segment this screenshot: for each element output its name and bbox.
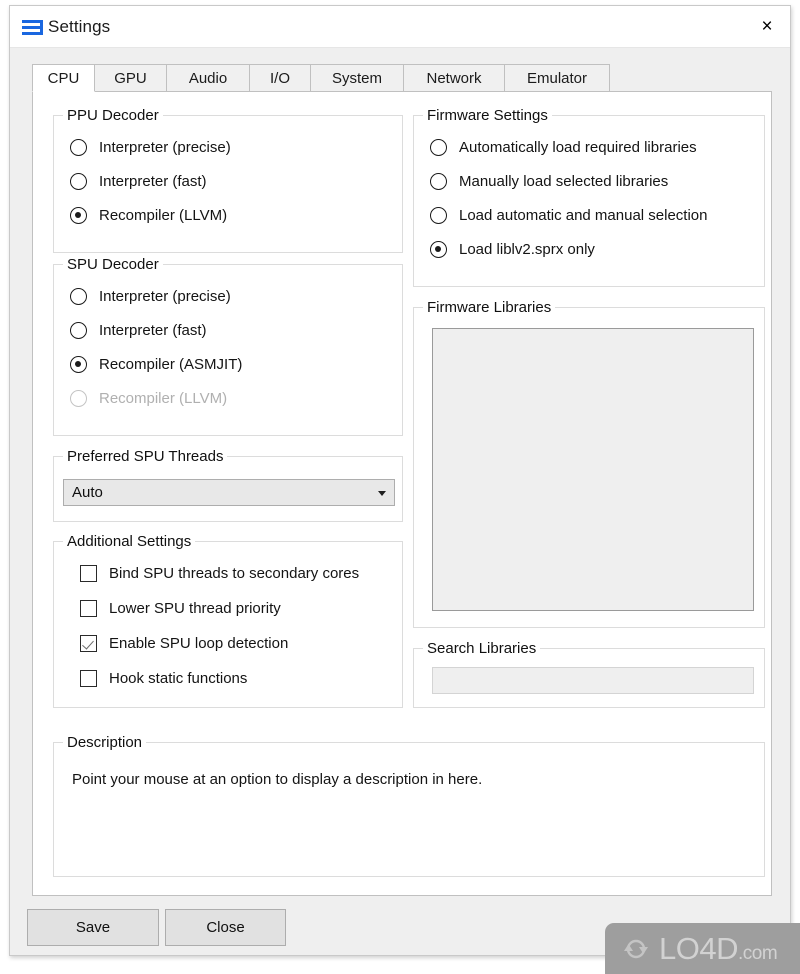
close-button[interactable]: Close xyxy=(165,909,286,946)
radio-icon xyxy=(70,322,87,339)
tab-cpu[interactable]: CPU xyxy=(32,64,95,92)
option-label: Lower SPU thread priority xyxy=(109,600,281,617)
option-label: Recompiler (ASMJIT) xyxy=(99,356,243,373)
rpcs3-logo-icon xyxy=(22,19,43,36)
ppu-radio-interpreter-fast[interactable]: Interpreter (fast) xyxy=(70,173,207,190)
spu-radio-recompiler-asmjit[interactable]: Recompiler (ASMJIT) xyxy=(70,356,242,373)
spu-decoder-title: SPU Decoder xyxy=(63,256,163,273)
ppu-decoder-title: PPU Decoder xyxy=(63,107,163,124)
radio-icon-disabled xyxy=(70,390,87,407)
firmware-libraries-group: Firmware Libraries xyxy=(413,299,765,628)
description-group: Description Point your mouse at an optio… xyxy=(53,734,765,877)
title-bar: Settings × xyxy=(10,6,790,48)
option-label: Recompiler (LLVM) xyxy=(99,390,228,407)
option-label: Manually load selected libraries xyxy=(459,173,669,190)
select-value: Auto xyxy=(72,484,103,501)
checkbox-enable-spu-loop-detection[interactable]: Enable SPU loop detection xyxy=(80,635,288,652)
tab-audio[interactable]: Audio xyxy=(166,64,250,92)
option-label: Interpreter (fast) xyxy=(99,322,207,339)
radio-icon xyxy=(70,288,87,305)
search-libraries-title: Search Libraries xyxy=(423,640,541,657)
firmware-radio-auto-load[interactable]: Automatically load required libraries xyxy=(430,139,697,156)
search-libraries-input[interactable] xyxy=(432,667,754,694)
tab-io[interactable]: I/O xyxy=(249,64,311,92)
window-title: Settings xyxy=(48,17,111,36)
option-label: Load liblv2.sprx only xyxy=(459,241,595,258)
firmware-libraries-list[interactable] xyxy=(432,328,754,611)
radio-icon xyxy=(430,207,447,224)
option-label: Hook static functions xyxy=(109,670,248,687)
additional-settings-title: Additional Settings xyxy=(63,533,196,550)
ppu-radio-recompiler-llvm[interactable]: Recompiler (LLVM) xyxy=(70,207,227,224)
tab-system[interactable]: System xyxy=(310,64,404,92)
save-button[interactable]: Save xyxy=(27,909,159,946)
spu-radio-recompiler-llvm: Recompiler (LLVM) xyxy=(70,390,227,407)
option-label: Recompiler (LLVM) xyxy=(99,207,228,224)
lo4d-watermark: LO4D.com xyxy=(605,923,800,974)
additional-settings-group: Additional Settings Bind SPU threads to … xyxy=(53,533,403,708)
radio-icon-selected xyxy=(430,241,447,258)
radio-icon xyxy=(70,173,87,190)
checkbox-bind-spu-threads[interactable]: Bind SPU threads to secondary cores xyxy=(80,565,359,582)
ppu-decoder-group: PPU Decoder Interpreter (precise) Interp… xyxy=(53,107,403,253)
radio-icon xyxy=(70,139,87,156)
search-libraries-group: Search Libraries xyxy=(413,640,765,708)
close-icon[interactable]: × xyxy=(744,6,790,47)
refresh-circle-icon xyxy=(619,932,653,966)
checkbox-icon-checked xyxy=(80,635,97,652)
option-label: Enable SPU loop detection xyxy=(109,635,289,652)
checkbox-hook-static-functions[interactable]: Hook static functions xyxy=(80,670,247,687)
spu-radio-interpreter-precise[interactable]: Interpreter (precise) xyxy=(70,288,231,305)
radio-icon-selected xyxy=(70,356,87,373)
checkbox-icon xyxy=(80,670,97,687)
spu-radio-interpreter-fast[interactable]: Interpreter (fast) xyxy=(70,322,207,339)
watermark-domain-suffix: .com xyxy=(737,943,778,964)
firmware-settings-group: Firmware Settings Automatically load req… xyxy=(413,107,765,287)
description-text: Point your mouse at an option to display… xyxy=(72,771,483,788)
firmware-radio-liblv2-only[interactable]: Load liblv2.sprx only xyxy=(430,241,595,258)
option-label: Interpreter (precise) xyxy=(99,139,231,156)
tab-page-cpu: PPU Decoder Interpreter (precise) Interp… xyxy=(32,91,772,896)
option-label: Bind SPU threads to secondary cores xyxy=(109,565,360,582)
chevron-down-icon xyxy=(378,490,386,496)
preferred-spu-threads-select[interactable]: Auto xyxy=(63,479,395,506)
firmware-radio-auto-and-manual[interactable]: Load automatic and manual selection xyxy=(430,207,708,224)
tab-network[interactable]: Network xyxy=(403,64,505,92)
watermark-text: LO4D.com xyxy=(659,931,778,966)
preferred-spu-threads-title: Preferred SPU Threads xyxy=(63,448,228,465)
tab-strip: CPU GPU Audio I/O System Network Emulato… xyxy=(32,64,772,92)
tab-emulator[interactable]: Emulator xyxy=(504,64,610,92)
firmware-settings-title: Firmware Settings xyxy=(423,107,552,124)
description-title: Description xyxy=(63,734,147,751)
radio-icon-selected xyxy=(70,207,87,224)
ppu-radio-interpreter-precise[interactable]: Interpreter (precise) xyxy=(70,139,231,156)
option-label: Interpreter (fast) xyxy=(99,173,207,190)
radio-icon xyxy=(430,173,447,190)
checkbox-lower-spu-priority[interactable]: Lower SPU thread priority xyxy=(80,600,281,617)
settings-window: Settings × CPU GPU Audio I/O System Netw… xyxy=(9,5,791,956)
tab-gpu[interactable]: GPU xyxy=(94,64,167,92)
screenshot-root: Settings × CPU GPU Audio I/O System Netw… xyxy=(0,0,800,974)
radio-icon xyxy=(430,139,447,156)
firmware-radio-manual-load[interactable]: Manually load selected libraries xyxy=(430,173,668,190)
spu-decoder-group: SPU Decoder Interpreter (precise) Interp… xyxy=(53,256,403,436)
option-label: Interpreter (precise) xyxy=(99,288,231,305)
preferred-spu-threads-group: Preferred SPU Threads Auto xyxy=(53,448,403,522)
checkbox-icon xyxy=(80,565,97,582)
option-label: Load automatic and manual selection xyxy=(459,207,708,224)
checkbox-icon xyxy=(80,600,97,617)
firmware-libraries-title: Firmware Libraries xyxy=(423,299,556,316)
option-label: Automatically load required libraries xyxy=(459,139,697,156)
watermark-brand: LO4D xyxy=(659,931,738,966)
